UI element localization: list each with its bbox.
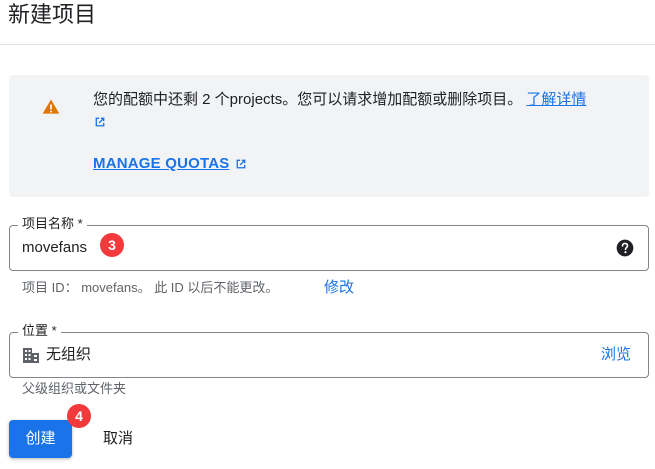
quota-message-text: 您的配额中还剩 2 个projects。您可以请求增加配额或删除项目。 xyxy=(93,91,523,108)
browse-button[interactable]: 浏览 xyxy=(601,345,631,365)
new-project-page: 新建项目 您的配额中还剩 2 个projects。您可以请求增加配额或删除项目。… xyxy=(0,0,655,469)
location-field[interactable]: 位置 * 无组织 浏览 xyxy=(9,323,649,378)
edit-project-id-link[interactable]: 修改 xyxy=(324,278,354,298)
page-title: 新建项目 xyxy=(8,2,97,27)
manage-quotas-label: MANAGE QUOTAS xyxy=(93,155,230,172)
learn-more-link[interactable]: 了解详情 xyxy=(526,91,586,108)
manage-quotas-link[interactable]: MANAGE QUOTAS xyxy=(93,155,248,172)
quota-banner: 您的配额中还剩 2 个projects。您可以请求增加配额或删除项目。 了解详情… xyxy=(9,75,649,197)
cancel-button[interactable]: 取消 xyxy=(90,420,146,458)
external-link-icon[interactable] xyxy=(93,115,107,129)
step-badge-3: 3 xyxy=(100,233,124,257)
project-name-input[interactable]: movefans xyxy=(22,238,87,258)
step-badge-4: 4 xyxy=(67,404,91,428)
help-circle-icon[interactable] xyxy=(615,238,635,258)
warning-icon xyxy=(42,99,60,114)
project-id-hint: 项目 ID： movefans。 此 ID 以后不能更改。 xyxy=(22,280,279,295)
location-label: 位置 * xyxy=(18,323,61,339)
location-hint: 父级组织或文件夹 xyxy=(22,381,127,396)
title-divider xyxy=(0,44,655,45)
quota-message: 您的配额中还剩 2 个projects。您可以请求增加配额或删除项目。 了解详情 xyxy=(93,88,633,112)
create-button[interactable]: 创建 xyxy=(9,420,72,458)
project-name-label: 项目名称 * xyxy=(18,216,87,232)
building-icon xyxy=(23,348,39,363)
external-link-icon xyxy=(236,159,245,168)
location-value: 无组织 xyxy=(46,346,92,363)
